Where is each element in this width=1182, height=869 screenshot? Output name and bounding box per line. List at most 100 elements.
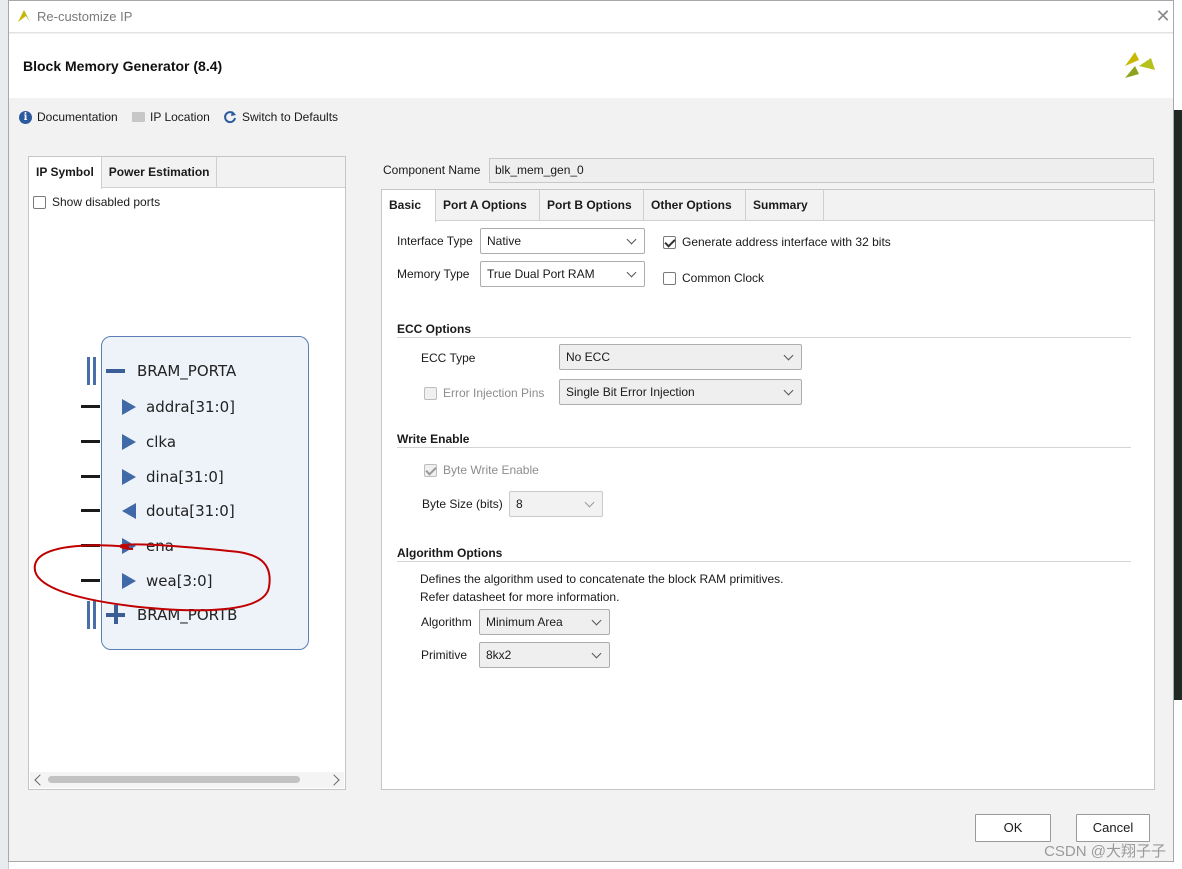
gen-address-label: Generate address interface with 32 bits (682, 235, 891, 249)
port-a-label: BRAM_PORTA (137, 362, 237, 380)
show-disabled-ports-row[interactable]: Show disabled ports (33, 195, 160, 209)
close-icon[interactable]: ✕ (1152, 5, 1174, 27)
ip-title: Block Memory Generator (8.4) (23, 58, 223, 74)
pin-label: clka (146, 433, 177, 451)
algorithm-description-2: Refer datasheet for more information. (420, 590, 620, 604)
gen-address-row[interactable]: Generate address interface with 32 bits (663, 235, 891, 249)
show-disabled-ports-label: Show disabled ports (52, 195, 161, 209)
primitive-select[interactable]: 8kx2 (479, 642, 610, 668)
tab-summary[interactable]: Summary (746, 190, 824, 221)
tab-port-b-options[interactable]: Port B Options (540, 190, 644, 221)
output-arrow-icon (122, 503, 136, 519)
config-tabs: Basic Port A Options Port B Options Othe… (382, 190, 1154, 222)
common-clock-label: Common Clock (682, 271, 765, 285)
switch-defaults-button[interactable]: Switch to Defaults (223, 107, 338, 127)
config-panel: Basic Port A Options Port B Options Othe… (381, 189, 1155, 790)
algorithm-select[interactable]: Minimum Area (479, 609, 610, 635)
tab-basic[interactable]: Basic (382, 190, 436, 222)
algorithm-section-title: Algorithm Options (397, 546, 503, 560)
pin-label: douta[31:0] (146, 502, 235, 520)
bus-bar-a1 (87, 357, 90, 385)
error-injection-value: Single Bit Error Injection (566, 385, 695, 399)
collapse-porta-icon[interactable] (106, 369, 125, 373)
vivado-icon (18, 10, 30, 22)
primitive-label: Primitive (421, 648, 468, 662)
chevron-down-icon (783, 385, 794, 395)
tab-port-a-options[interactable]: Port A Options (436, 190, 540, 221)
background-app-right (1173, 110, 1182, 700)
left-tabs: IP Symbol Power Estimation (29, 157, 345, 189)
chevron-down-icon (626, 234, 637, 244)
documentation-button[interactable]: i Documentation (19, 107, 118, 127)
chevron-down-icon (591, 615, 602, 625)
divider (397, 337, 1131, 338)
chevron-down-icon (783, 350, 794, 360)
pin-stub (81, 509, 100, 512)
input-arrow-icon (122, 399, 136, 415)
byte-size-label: Byte Size (bits) (422, 497, 503, 511)
scroll-right-icon[interactable] (328, 774, 340, 786)
primitive-value: 8kx2 (486, 648, 512, 662)
component-name-label: Component Name (383, 163, 481, 177)
byte-size-select[interactable]: 8 (509, 491, 603, 517)
interface-type-value: Native (487, 234, 522, 248)
ip-location-button[interactable]: IP Location (132, 107, 210, 127)
pin-stub (81, 440, 100, 443)
pin-clka: clka (81, 432, 301, 452)
tab-other-options[interactable]: Other Options (644, 190, 746, 221)
error-injection-label: Error Injection Pins (443, 386, 545, 400)
scroll-left-icon[interactable] (34, 774, 46, 786)
documentation-label: Documentation (37, 110, 118, 124)
pin-dina: dina[31:0] (81, 467, 301, 487)
ok-button[interactable]: OK (975, 814, 1051, 842)
horizontal-scrollbar[interactable] (30, 772, 344, 788)
bus-bar-a2 (93, 357, 96, 385)
error-injection-checkbox (424, 386, 437, 400)
watermark: CSDN @大翔子子 (1044, 843, 1166, 860)
component-name-input[interactable]: blk_mem_gen_0 (489, 158, 1154, 183)
tab-ip-symbol[interactable]: IP Symbol (29, 157, 102, 189)
byte-write-checkbox (424, 463, 437, 477)
input-arrow-icon (122, 469, 136, 485)
byte-size-value: 8 (516, 497, 523, 511)
pin-addra: addra[31:0] (81, 397, 301, 417)
gen-address-checkbox[interactable] (663, 235, 676, 249)
pin-douta: douta[31:0] (81, 501, 301, 521)
divider (397, 447, 1131, 448)
ip-location-label: IP Location (150, 110, 210, 124)
xilinx-logo-icon (1125, 52, 1155, 78)
folder-icon (132, 112, 145, 122)
common-clock-checkbox[interactable] (663, 271, 676, 285)
memory-type-label: Memory Type (397, 267, 470, 281)
pin-label: addra[31:0] (146, 398, 235, 416)
ip-symbol-panel: IP Symbol Power Estimation Show disabled… (28, 156, 346, 790)
annotation-circle (33, 543, 271, 612)
cancel-button[interactable]: Cancel (1076, 814, 1150, 842)
toolbar: i Documentation IP Location Switch to De… (9, 98, 1173, 138)
divider (397, 561, 1131, 562)
ecc-type-select[interactable]: No ECC (559, 344, 802, 370)
show-disabled-ports-checkbox[interactable] (33, 195, 46, 209)
scrollbar-thumb[interactable] (48, 776, 300, 783)
ecc-section-title: ECC Options (397, 322, 471, 336)
window-title: Re-customize IP (37, 9, 133, 24)
common-clock-row[interactable]: Common Clock (663, 271, 764, 285)
memory-type-value: True Dual Port RAM (487, 267, 595, 281)
chevron-down-icon (584, 497, 595, 507)
input-arrow-icon (122, 434, 136, 450)
ecc-type-value: No ECC (566, 350, 611, 364)
write-enable-section-title: Write Enable (397, 432, 470, 446)
title-bar: Re-customize IP ✕ (9, 1, 1173, 33)
interface-type-label: Interface Type (397, 234, 473, 248)
algorithm-description-1: Defines the algorithm used to concatenat… (420, 572, 784, 586)
chevron-down-icon (626, 267, 637, 277)
interface-type-select[interactable]: Native (480, 228, 645, 254)
refresh-icon (224, 111, 236, 124)
pin-label: dina[31:0] (146, 468, 224, 486)
ecc-type-label: ECC Type (421, 351, 476, 365)
memory-type-select[interactable]: True Dual Port RAM (480, 261, 645, 287)
byte-write-label: Byte Write Enable (443, 463, 539, 477)
tab-power-estimation[interactable]: Power Estimation (102, 157, 218, 188)
pin-stub (81, 475, 100, 478)
error-injection-select[interactable]: Single Bit Error Injection (559, 379, 802, 405)
